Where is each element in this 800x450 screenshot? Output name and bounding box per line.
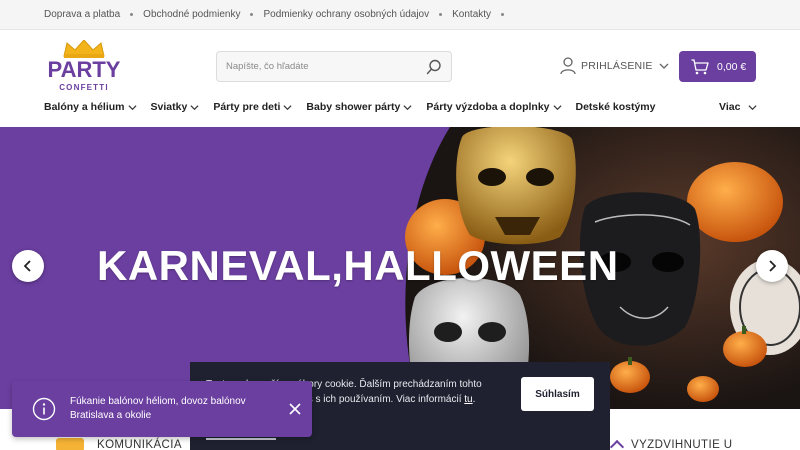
top-link-terms[interactable]: Obchodné podmienky [143,9,240,20]
cookie-accept-button[interactable]: Súhlasím [521,377,594,411]
chevron-down-icon [552,104,562,110]
nav-label: Balóny a hélium [44,101,125,113]
slider-next-button[interactable] [756,250,788,282]
nav-item-kids-party[interactable]: Párty pre deti [213,101,292,113]
nav-item-balloons[interactable]: Balóny a hélium [44,101,137,113]
cart-total: 0,00 € [717,60,747,73]
cart-button[interactable]: 0,00 € [679,51,756,82]
chevron-down-icon [190,104,199,110]
top-link-privacy[interactable]: Podmienky ochrany osobných údajov [263,9,429,20]
search-input[interactable] [217,52,417,81]
nav-item-decorations[interactable]: Párty výzdoba a doplnky [426,101,562,113]
notification-toast: Fúkanie balónov héliom, dovoz balónov Br… [12,381,312,437]
nav-label: Párty pre deti [213,101,281,113]
cookie-divider [206,438,276,440]
top-bar: Doprava a platba Obchodné podmienky Podm… [0,0,800,30]
nav-label: Baby shower párty [306,101,401,113]
top-link-contacts[interactable]: Kontakty [452,9,491,20]
cookie-more-info-link[interactable]: tu [464,394,472,405]
chat-icon [56,438,84,450]
nav-more-button[interactable]: Viac [719,101,757,113]
close-icon[interactable] [289,403,301,415]
chevron-down-icon [403,104,412,110]
feature-pickup: VYZDVIHNUTIE U [631,439,733,450]
toast-message: Fúkanie balónov héliom, dovoz balónov Br… [70,396,246,421]
search-icon[interactable] [426,59,442,75]
nav-more-label: Viac [719,101,741,113]
separator-dot [439,13,443,16]
nav-item-baby-shower[interactable]: Baby shower párty [306,101,412,113]
hero-title: KARNEVAL,HALLOWEEN [97,242,619,289]
party-confetti-logo[interactable]: PARTY CONFETTI [44,40,124,94]
chevron-right-icon [769,260,777,272]
chevron-down-icon [659,63,669,69]
nav-item-kids-costumes[interactable]: Detské kostýmy [576,101,656,113]
cart-icon [691,58,709,74]
login-label: PRIHLÁSENIE [581,60,653,72]
cookie-text-end: . [472,394,476,405]
slider-prev-button[interactable] [12,250,44,282]
search-box [216,51,452,82]
nav-label: Párty výzdoba a doplnky [426,101,550,113]
chevron-left-icon [23,260,31,272]
nav-label: Sviatky [150,101,188,113]
user-icon [560,57,576,75]
chevron-down-icon [128,104,137,110]
nav-label: Detské kostýmy [575,101,656,113]
chevron-down-icon [283,104,292,110]
separator-dot [250,13,254,16]
separator-dot [130,13,134,16]
nav-item-holidays[interactable]: Sviatky [151,101,200,113]
logo-text-party: PARTY [48,57,121,82]
top-link-shipping[interactable]: Doprava a platba [44,9,120,20]
chevron-down-icon [748,104,757,110]
main-nav: Balóny a hélium Sviatky Párty pre deti B… [44,101,669,113]
logo-text-confetti: CONFETTI [59,83,109,92]
top-links: Doprava a platba Obchodné podmienky Podm… [44,9,514,20]
feature-communication: KOMUNIKÁCIA [97,439,182,450]
info-icon [32,397,56,421]
login-button[interactable]: PRIHLÁSENIE [560,57,669,75]
separator-dot [501,13,505,16]
